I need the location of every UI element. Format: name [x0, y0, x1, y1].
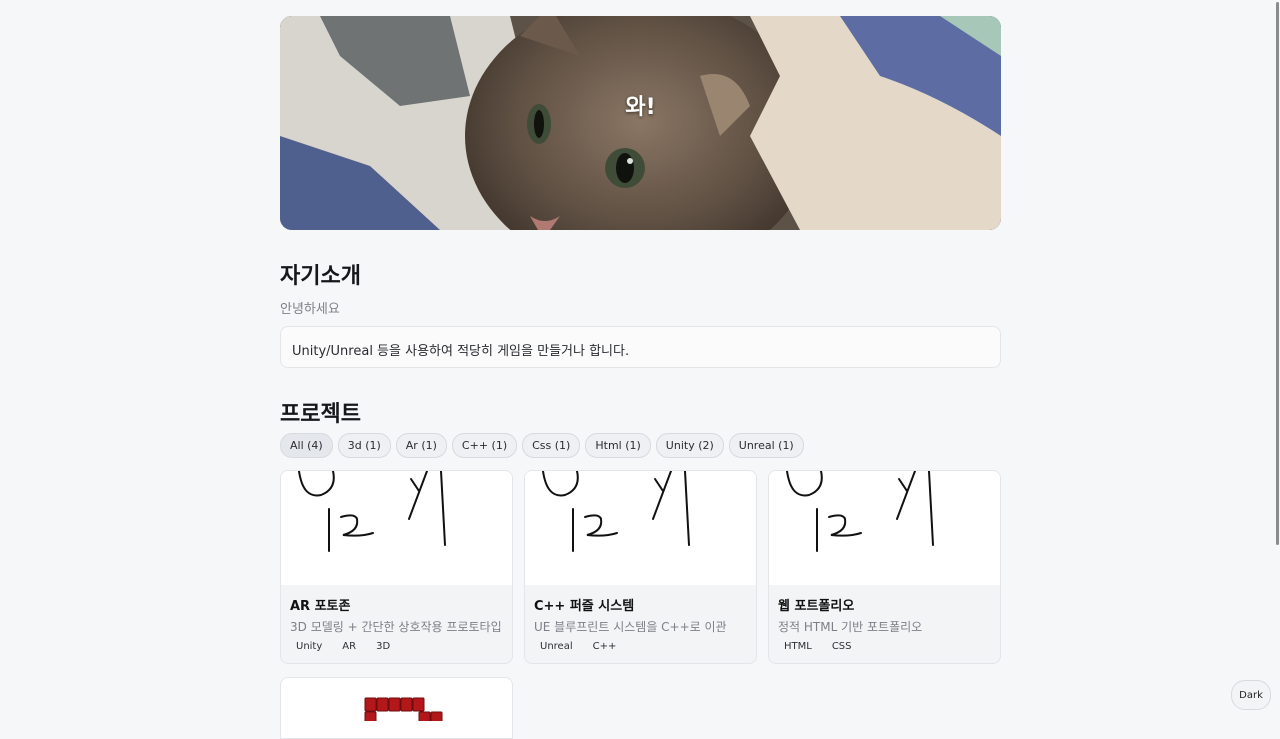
filter-chip-3d[interactable]: 3d (1) — [337, 433, 391, 458]
project-card[interactable]: C++ 퍼즐 시스템 UE 블루프린트 시스템을 C++로 이관 Unreal … — [524, 470, 757, 664]
project-tag: Unreal — [540, 641, 573, 652]
project-thumbnail — [769, 471, 1000, 585]
project-thumbnail — [281, 471, 512, 585]
pixel-art-thumbnail — [364, 697, 443, 726]
filter-chip-cpp[interactable]: C++ (1) — [451, 433, 518, 458]
filter-chip-all[interactable]: All (4) — [280, 433, 333, 458]
filter-chip-html[interactable]: Html (1) — [585, 433, 651, 458]
filter-chip-unity[interactable]: Unity (2) — [655, 433, 724, 458]
about-heading: 자기소개 — [280, 264, 361, 289]
filter-chip-unreal[interactable]: Unreal (1) — [728, 433, 804, 458]
hero-title: 와! — [625, 95, 656, 120]
project-tag: 3D — [376, 641, 391, 652]
project-title: 웹 포트폴리오 — [778, 599, 855, 614]
project-tag: AR — [342, 641, 357, 652]
project-tags: HTML CSS — [778, 641, 858, 652]
project-tag: C++ — [592, 641, 617, 652]
project-card[interactable]: AR 포토존 3D 모델링 + 간단한 상호작용 프로토타입 Unity AR … — [280, 470, 513, 664]
filter-chip-ar[interactable]: Ar (1) — [395, 433, 447, 458]
scrollbar-thumb[interactable] — [1276, 2, 1279, 545]
about-card: Unity/Unreal 등을 사용하여 적당히 게임을 만들거나 합니다. — [280, 326, 1001, 368]
projects-heading: 프로젝트 — [280, 402, 361, 427]
hero-banner: 와! — [280, 16, 1001, 230]
about-body: Unity/Unreal 등을 사용하여 적당히 게임을 만들거나 합니다. — [292, 344, 630, 359]
project-tags: Unity AR 3D — [290, 641, 396, 652]
page-scrollbar[interactable] — [1272, 0, 1280, 720]
about-subtitle: 안녕하세요 — [280, 302, 340, 317]
project-description: 정적 HTML 기반 포트폴리오 — [778, 620, 923, 634]
theme-toggle-button[interactable]: Dark — [1231, 680, 1271, 710]
project-tag: Unity — [296, 641, 323, 652]
project-filters: All (4) 3d (1) Ar (1) C++ (1) Css (1) Ht… — [280, 433, 804, 458]
handwriting-sketch-image — [298, 471, 446, 552]
filter-chip-css[interactable]: Css (1) — [522, 433, 581, 458]
handwriting-sketch-image — [542, 471, 690, 552]
project-tags: Unreal C++ — [534, 641, 622, 652]
project-card[interactable] — [280, 677, 513, 739]
handwriting-sketch-image — [786, 471, 934, 552]
project-description: UE 블루프린트 시스템을 C++로 이관 — [534, 620, 727, 634]
project-title: AR 포토존 — [290, 599, 351, 614]
project-thumbnail — [525, 471, 756, 585]
project-description: 3D 모델링 + 간단한 상호작용 프로토타입 — [290, 620, 502, 634]
project-tag: HTML — [784, 641, 812, 652]
project-card[interactable]: 웹 포트폴리오 정적 HTML 기반 포트폴리오 HTML CSS — [768, 470, 1001, 664]
project-tag: CSS — [831, 641, 852, 652]
project-title: C++ 퍼즐 시스템 — [534, 599, 635, 614]
